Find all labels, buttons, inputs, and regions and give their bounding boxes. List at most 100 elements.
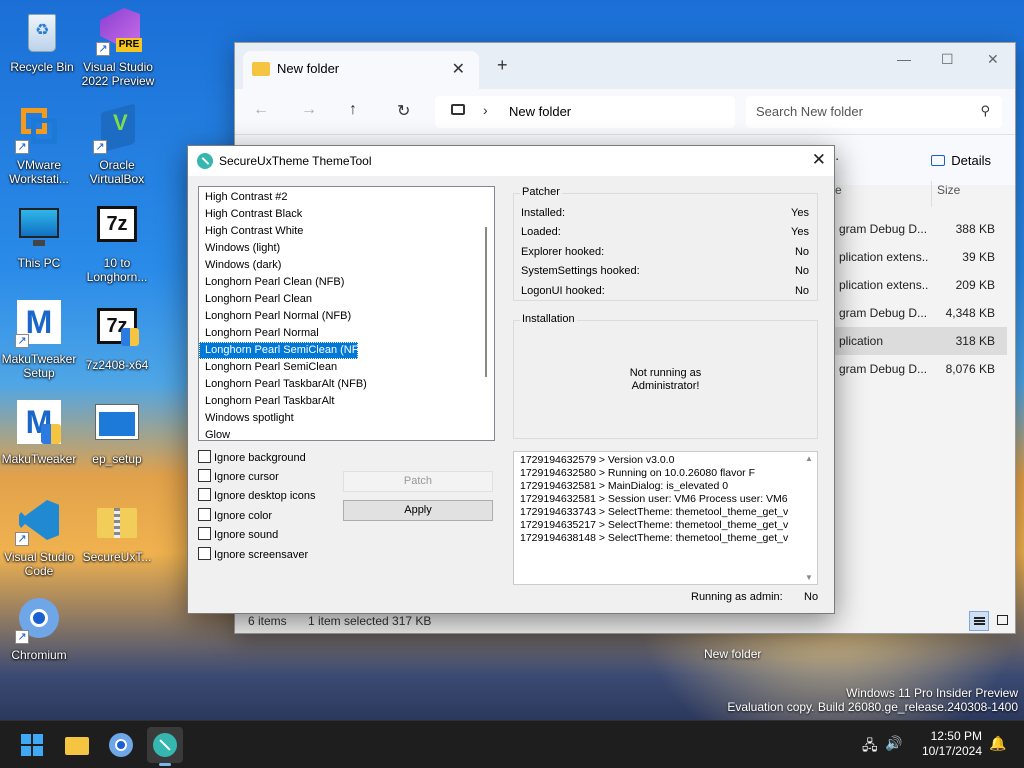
theme-item[interactable]: Windows spotlight <box>199 410 494 427</box>
minimize-icon[interactable]: — <box>897 51 911 67</box>
explorer-tab[interactable]: New folder ✕ <box>243 51 479 89</box>
address-bar[interactable]: › New folder <box>435 96 735 128</box>
file-row[interactable]: gram Debug D... 4,348 KB <box>831 299 1007 327</box>
7zip-icon: 7z <box>93 204 141 252</box>
scrollbar-thumb[interactable] <box>485 227 487 377</box>
theme-item[interactable]: High Contrast Black <box>199 206 494 223</box>
desktop-icon-secureuxtheme-zip[interactable]: SecureUxT... <box>75 498 159 564</box>
7zip-installer-icon: 7z <box>93 306 141 354</box>
address-text: New folder <box>509 104 572 119</box>
ignore-sound-checkbox[interactable]: Ignore sound <box>198 527 278 543</box>
log-output[interactable]: 1729194632579 > Version v3.0.0 1729194632… <box>513 451 818 585</box>
column-divider <box>931 181 932 207</box>
chevron-right-icon: › <box>483 102 488 118</box>
file-row[interactable]: plication extens... 209 KB <box>831 271 1007 299</box>
file-row[interactable]: gram Debug D... 8,076 KB <box>831 355 1007 383</box>
ignore-color-checkbox[interactable]: Ignore color <box>198 508 272 524</box>
clock-date: 10/17/2024 <box>921 744 982 758</box>
themetool-dialog[interactable]: SecureUxTheme ThemeTool ✕ High Contrast … <box>187 145 835 614</box>
theme-list-scrollbar[interactable] <box>478 187 494 440</box>
log-scrollbar[interactable]: ▲ ▼ <box>801 452 817 584</box>
up-arrow-icon[interactable]: ↑ <box>349 101 357 119</box>
theme-item[interactable]: Longhorn Pearl Normal (NFB) <box>199 308 494 325</box>
theme-item[interactable]: Longhorn Pearl SemiClean <box>199 359 494 376</box>
refresh-icon[interactable]: ↻ <box>397 101 410 121</box>
ignore-desktop-icons-checkbox[interactable]: Ignore desktop icons <box>198 488 316 504</box>
theme-item[interactable]: Longhorn Pearl TaskbarAlt (NFB) <box>199 376 494 393</box>
desktop-icon-vscode[interactable]: ↗ Visual Studio Code <box>0 498 81 578</box>
scroll-down-icon[interactable]: ▼ <box>805 573 813 582</box>
notification-bell-icon[interactable]: 🔔 <box>989 735 1006 752</box>
theme-item-selected[interactable]: Longhorn Pearl SemiClean (NFB) <box>199 342 369 359</box>
log-line: 1729194633743 > SelectTheme: themetool_t… <box>520 506 789 518</box>
apply-button[interactable]: Apply <box>343 500 493 521</box>
ignore-cursor-checkbox[interactable]: Ignore cursor <box>198 469 279 485</box>
column-header-name[interactable]: e <box>835 183 842 211</box>
volume-icon[interactable]: 🔊 <box>885 735 902 752</box>
theme-item[interactable]: Longhorn Pearl TaskbarAlt <box>199 393 494 410</box>
desktop-icon-7z2408[interactable]: 7z 7z2408-x64 <box>75 306 159 372</box>
search-box[interactable]: Search New folder ⚲ <box>746 96 1002 128</box>
more-options-icon[interactable]: · <box>835 151 839 166</box>
maximize-icon[interactable]: ☐ <box>941 51 954 68</box>
theme-item[interactable]: Windows (dark) <box>199 257 494 274</box>
theme-item[interactable]: Longhorn Pearl Normal <box>199 325 494 342</box>
theme-item[interactable]: Windows (light) <box>199 240 494 257</box>
folder-icon <box>252 62 270 76</box>
desktop-icon-10-to-longhorn[interactable]: 7z 10 to Longhorn... <box>75 204 159 284</box>
desktop-icon-visual-studio-preview[interactable]: PRE ↗ Visual Studio 2022 Preview <box>76 8 160 88</box>
search-placeholder: Search New folder <box>756 104 863 119</box>
window-close-icon[interactable]: ✕ <box>987 51 999 68</box>
desktop-icon-makutweaker-setup[interactable]: M ↗ MakuTweaker Setup <box>0 300 81 380</box>
taskbar-themetool[interactable] <box>147 727 183 766</box>
details-button[interactable]: Details <box>931 153 991 168</box>
theme-item[interactable]: Longhorn Pearl Clean (NFB) <box>199 274 494 291</box>
theme-item[interactable]: Longhorn Pearl Clean <box>199 291 494 308</box>
makutweaker-icon: M <box>15 400 63 448</box>
patcher-explorer-row: Explorer hooked: No <box>521 246 809 258</box>
column-header-size[interactable]: Size <box>937 183 960 211</box>
desktop-icon-this-pc[interactable]: This PC <box>0 204 81 270</box>
desktop-new-folder-label[interactable]: New folder <box>704 647 761 661</box>
taskbar-chromium[interactable] <box>103 727 139 763</box>
back-arrow-icon[interactable]: ← <box>253 101 269 119</box>
scroll-up-icon[interactable]: ▲ <box>805 454 813 463</box>
theme-item[interactable]: High Contrast White <box>199 223 494 240</box>
taskbar-file-explorer[interactable] <box>59 727 95 763</box>
tab-close-icon[interactable]: ✕ <box>452 59 465 79</box>
recycle-bin-icon: ♻ <box>18 8 66 56</box>
file-row-selected[interactable]: plication 318 KB <box>831 327 1007 355</box>
desktop-icon-chromium[interactable]: ↗ Chromium <box>0 596 81 662</box>
dialog-close-icon[interactable]: ✕ <box>812 150 826 170</box>
file-row[interactable]: gram Debug D... 388 KB <box>831 215 1007 243</box>
tiles-view-icon[interactable] <box>993 611 1013 631</box>
tab-title: New folder <box>277 61 340 76</box>
network-icon[interactable]: 🖧 <box>862 735 878 759</box>
start-button[interactable] <box>14 727 50 763</box>
desktop-icon-ep-setup[interactable]: ep_setup <box>75 400 159 466</box>
theme-item[interactable]: Glow <box>199 427 494 440</box>
running-as-admin-label: Running as admin: <box>691 591 783 603</box>
explorer-tab-bar: New folder ✕ + — ☐ ✕ <box>235 43 1015 89</box>
taskbar-clock[interactable]: 12:50 PM 10/17/2024 <box>922 729 982 759</box>
theme-item[interactable]: High Contrast #2 <box>199 189 494 206</box>
clock-time: 12:50 PM <box>930 729 982 743</box>
status-item-count: 6 items <box>248 614 287 628</box>
dialog-title-bar: SecureUxTheme ThemeTool ✕ <box>188 146 834 176</box>
desktop-icon-makutweaker[interactable]: M MakuTweaker <box>0 400 81 466</box>
shortcut-arrow-icon: ↗ <box>93 140 107 154</box>
ignore-background-checkbox[interactable]: Ignore background <box>198 450 306 466</box>
log-line: 1729194635217 > SelectTheme: themetool_t… <box>520 519 789 531</box>
desktop-icon-vmware[interactable]: ↗ VMware Workstati... <box>0 106 81 186</box>
theme-list[interactable]: High Contrast #2 High Contrast Black High … <box>198 186 495 441</box>
taskbar: 🖧 🔊 12:50 PM 10/17/2024 🔔 <box>0 720 1024 768</box>
new-tab-button[interactable]: + <box>497 55 508 76</box>
file-row[interactable]: plication extens... 39 KB <box>831 243 1007 271</box>
ignore-screensaver-checkbox[interactable]: Ignore screensaver <box>198 547 308 563</box>
shortcut-arrow-icon: ↗ <box>15 532 29 546</box>
desktop-icon-recycle-bin[interactable]: ♻ Recycle Bin <box>0 8 84 74</box>
forward-arrow-icon[interactable]: → <box>301 101 317 119</box>
details-view-icon[interactable] <box>969 611 989 631</box>
desktop-icon-virtualbox[interactable]: V ↗ Oracle VirtualBox <box>75 103 159 186</box>
patch-button[interactable]: Patch <box>343 471 493 492</box>
